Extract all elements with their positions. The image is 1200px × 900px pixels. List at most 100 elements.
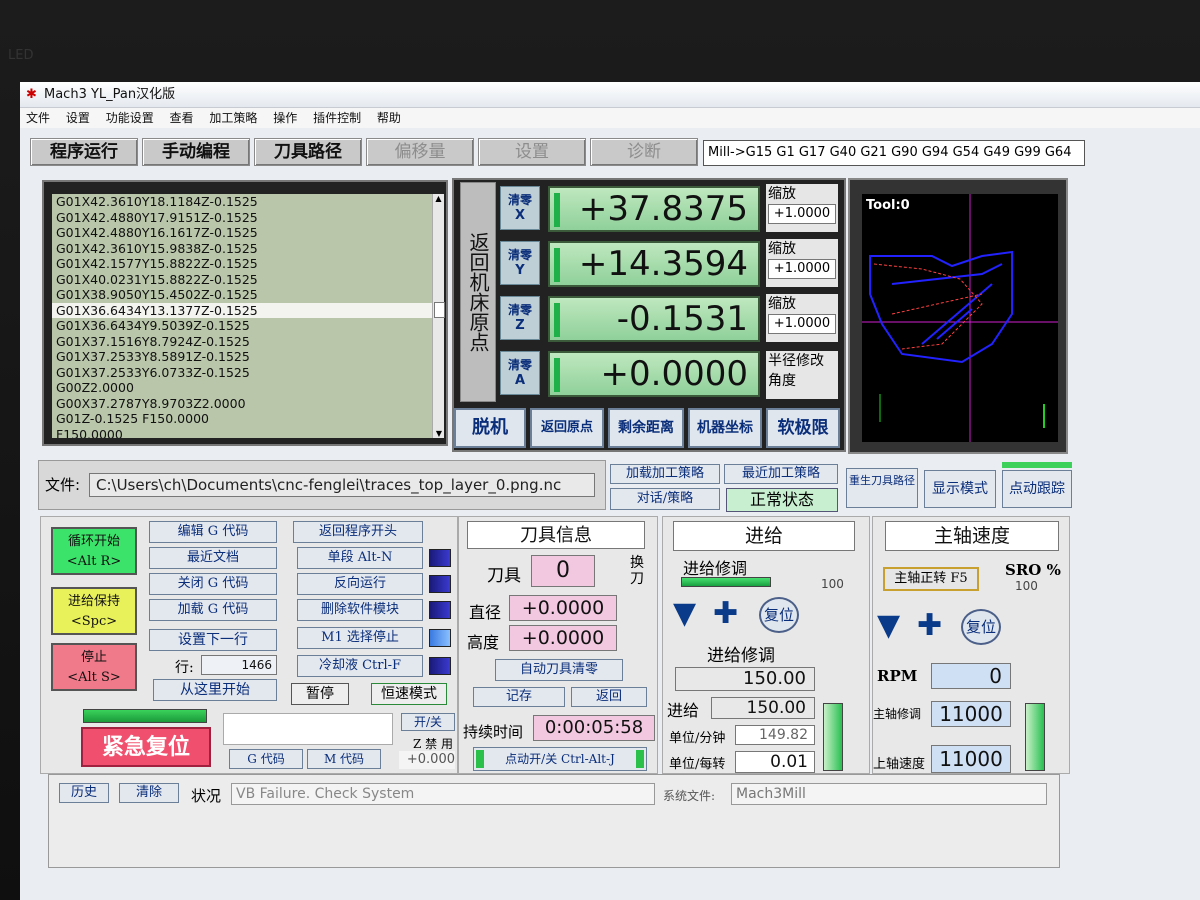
return-button[interactable]: 返回 xyxy=(571,687,647,707)
m1-optional-stop-button[interactable]: M1 选择停止 xyxy=(297,627,423,649)
coolant-button[interactable]: 冷却液 Ctrl-F xyxy=(297,655,423,677)
dist-to-go-button[interactable]: 剩余距离 xyxy=(608,408,684,448)
tool-number-field[interactable]: 0 xyxy=(531,555,595,587)
gcode-line[interactable]: G00Z2.0000 xyxy=(52,380,432,396)
gcode-line[interactable]: G01X42.1577Y15.8822Z-0.1525 xyxy=(52,256,432,272)
last-wizard-button[interactable]: 最近加工策略 xyxy=(724,464,838,484)
gcode-line[interactable]: G01X42.4880Y16.1617Z-0.1525 xyxy=(52,225,432,241)
tab-toolpath[interactable]: 刀具路径 xyxy=(254,138,362,166)
history-button[interactable]: 历史 xyxy=(59,783,109,803)
conversational-button[interactable]: 对话/策略 xyxy=(610,488,720,510)
gcode-line[interactable]: G01X36.6434Y9.5039Z-0.1525 xyxy=(52,318,432,334)
menu-wizards[interactable]: 加工策略 xyxy=(209,111,257,125)
gcode-line[interactable]: G01X37.1516Y8.7924Z-0.1525 xyxy=(52,334,432,350)
set-next-line-button[interactable]: 设置下一行 xyxy=(149,629,277,651)
gcode-line[interactable]: F150.0000 xyxy=(52,427,432,439)
ref-all-home-button[interactable]: 返回机床原点 xyxy=(460,182,496,402)
gcode-line[interactable]: G01X42.3610Y15.9838Z-0.1525 xyxy=(52,241,432,257)
toolpath-display[interactable]: Tool:0 xyxy=(848,178,1068,454)
emergency-reset-button[interactable]: 紧急复位 xyxy=(81,727,211,767)
gcode-line[interactable]: G01X38.9050Y15.4502Z-0.1525 xyxy=(52,287,432,303)
tab-diagnostics[interactable]: 诊断 xyxy=(590,138,698,166)
line-number-field[interactable]: 1466 xyxy=(201,655,277,675)
spindle-up-icon[interactable]: ✚ xyxy=(917,611,942,641)
gcode-scrollbar[interactable]: ▲ ▼ xyxy=(432,194,445,438)
dro-a-value[interactable]: +0.0000 xyxy=(548,351,760,397)
recent-file-button[interactable]: 最近文档 xyxy=(149,547,277,569)
menu-help[interactable]: 帮助 xyxy=(377,111,401,125)
height-field[interactable]: +0.0000 xyxy=(509,625,617,651)
machine-coords-button[interactable]: 机器坐标 xyxy=(688,408,762,448)
menu-operator[interactable]: 操作 xyxy=(273,111,297,125)
z-inhibit-value[interactable]: +0.000 xyxy=(399,751,455,769)
gcode-line[interactable]: G01X42.3610Y18.1184Z-0.1525 xyxy=(52,194,432,210)
block-delete-button[interactable]: 删除软件模块 xyxy=(297,599,423,621)
gcode-line[interactable]: G01X40.0231Y15.8822Z-0.1525 xyxy=(52,272,432,288)
gcode-line[interactable]: G01X36.6434Y13.1377Z-0.1525 xyxy=(52,302,432,318)
load-gcode-button[interactable]: 加载 G 代码 xyxy=(149,599,277,621)
jog-follow-button[interactable]: 点动跟踪 xyxy=(1002,470,1072,508)
run-from-here-button[interactable]: 从这里开始 xyxy=(153,679,277,701)
gcode-line[interactable]: G00X37.2787Y8.9703Z2.0000 xyxy=(52,396,432,412)
menu-function-config[interactable]: 功能设置 xyxy=(106,111,154,125)
toolpath-canvas[interactable]: Tool:0 xyxy=(862,194,1058,442)
feed-reset-button[interactable]: 复位 xyxy=(759,597,799,633)
offline-button[interactable]: 脱机 xyxy=(454,408,526,448)
tab-mdi[interactable]: 手动编程 xyxy=(142,138,250,166)
tab-offsets[interactable]: 偏移量 xyxy=(366,138,474,166)
clear-button[interactable]: 清除 xyxy=(119,783,179,803)
feed-hold-button[interactable]: 进给保持 <Spc> xyxy=(51,587,137,635)
diameter-field[interactable]: +0.0000 xyxy=(509,595,617,621)
remember-button[interactable]: 记存 xyxy=(473,687,565,707)
auto-tool-zero-button[interactable]: 自动刀具清零 xyxy=(495,659,623,681)
so-field[interactable]: 11000 xyxy=(931,701,1011,727)
zero-a-button[interactable]: 清零 A xyxy=(500,351,540,395)
scroll-up-icon[interactable]: ▲ xyxy=(433,194,444,203)
z-inhibit-toggle-button[interactable]: 开/关 xyxy=(401,713,455,731)
tab-settings[interactable]: 设置 xyxy=(478,138,586,166)
spindle-reset-button[interactable]: 复位 xyxy=(961,609,1001,645)
regen-toolpath-button[interactable]: 重生刀具路径 xyxy=(846,468,918,508)
scroll-thumb[interactable] xyxy=(434,302,445,318)
spindle-down-icon[interactable]: ▼ xyxy=(877,611,900,641)
gcode-line[interactable]: G01X37.2533Y6.0733Z-0.1525 xyxy=(52,365,432,381)
zero-z-button[interactable]: 清零 Z xyxy=(500,296,540,340)
spindle-cw-button[interactable]: 主轴正转 F5 xyxy=(883,567,979,591)
tab-program-run[interactable]: 程序运行 xyxy=(30,138,138,166)
zero-y-button[interactable]: 清零 Y xyxy=(500,241,540,285)
edit-gcode-button[interactable]: 编辑 G 代码 xyxy=(149,521,277,543)
reverse-run-button[interactable]: 反向运行 xyxy=(297,573,423,595)
menu-view[interactable]: 查看 xyxy=(170,111,194,125)
goto-zero-button[interactable]: 返回原点 xyxy=(530,408,604,448)
scroll-down-icon[interactable]: ▼ xyxy=(433,429,445,438)
mcodes-button[interactable]: M 代码 xyxy=(307,749,381,769)
rewind-button[interactable]: 返回程序开头 xyxy=(293,521,423,543)
gcodes-button[interactable]: G 代码 xyxy=(229,749,303,769)
load-wizards-button[interactable]: 加载加工策略 xyxy=(610,464,720,484)
cycle-start-button[interactable]: 循环开始 <Alt R> xyxy=(51,527,137,575)
soft-limits-button[interactable]: 软极限 xyxy=(766,408,840,448)
dro-z-value[interactable]: -0.1531 xyxy=(548,296,760,342)
feed-down-icon[interactable]: ▼ xyxy=(673,599,696,629)
zero-x-button[interactable]: 清零 X xyxy=(500,186,540,230)
dro-y-value[interactable]: +14.3594 xyxy=(548,241,760,287)
gcode-list[interactable]: G01X42.3610Y18.1184Z-0.1525 G01X42.4880Y1… xyxy=(52,194,432,438)
menu-plugins[interactable]: 插件控制 xyxy=(313,111,361,125)
display-mode-button[interactable]: 显示模式 xyxy=(924,470,996,508)
gcode-line[interactable]: G01X42.4880Y17.9151Z-0.1525 xyxy=(52,210,432,226)
menu-file[interactable]: 文件 xyxy=(26,111,50,125)
scale-y-value[interactable]: +1.0000 xyxy=(768,259,836,279)
close-gcode-button[interactable]: 关闭 G 代码 xyxy=(149,573,277,595)
stop-button[interactable]: 停止 <Alt S> xyxy=(51,643,137,691)
jog-toggle-button[interactable]: 点动开/关 Ctrl-Alt-J xyxy=(473,747,647,771)
feed-up-icon[interactable]: ✚ xyxy=(713,599,738,629)
single-block-button[interactable]: 单段 Alt-N xyxy=(297,547,423,569)
gcode-line[interactable]: G01Z-0.1525 F150.0000 xyxy=(52,411,432,427)
fro-value-field[interactable]: 150.00 xyxy=(675,667,815,691)
gcode-line[interactable]: G01X37.2533Y8.5891Z-0.1525 xyxy=(52,349,432,365)
ss-field[interactable]: 11000 xyxy=(931,745,1011,773)
scale-x-value[interactable]: +1.0000 xyxy=(768,204,836,224)
scale-z-value[interactable]: +1.0000 xyxy=(768,314,836,334)
menu-config[interactable]: 设置 xyxy=(66,111,90,125)
feedrate-field[interactable]: 150.00 xyxy=(711,697,815,719)
